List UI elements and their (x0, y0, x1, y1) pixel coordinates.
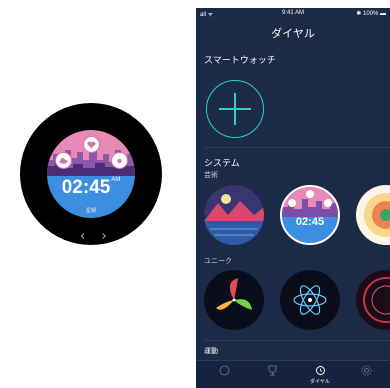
red-ring-icon (363, 277, 390, 323)
section-smartwatch: スマートウォッチ (204, 56, 276, 66)
tab-settings[interactable] (346, 365, 386, 378)
settings-icon (361, 365, 371, 376)
tab-bar: ダイヤル (196, 360, 390, 388)
mandala-icon (364, 193, 390, 237)
heart-icon (87, 141, 96, 148)
leaf-clock-icon (216, 278, 252, 310)
cloud-icon (59, 158, 68, 164)
face-thumb-atom[interactable] (280, 270, 340, 330)
category-art: 芸術 (204, 171, 218, 179)
plus-icon (219, 93, 251, 125)
mountain-lake-icon (204, 185, 264, 245)
face-thumb-red[interactable] (356, 270, 390, 330)
face-thumb-mandala[interactable] (356, 185, 390, 245)
smile-icon (219, 365, 229, 376)
watch-date: 星期 (85, 208, 96, 214)
heart-rate-complication[interactable] (83, 136, 100, 153)
face-nav-arrows[interactable]: ‹ › (80, 229, 113, 244)
weather-complication[interactable] (55, 152, 72, 169)
category-unique: ユニーク (204, 257, 232, 265)
watch-icon (315, 366, 325, 375)
tab-home[interactable] (204, 365, 244, 378)
face-thumb-analog-leaf[interactable] (204, 270, 264, 330)
trophy-icon (268, 365, 276, 376)
phone-screen: all ᯤ 9:41 AM ✱ 100% ▬ ダイヤル スマートウォッチ システ… (196, 8, 390, 388)
temperature-complication[interactable] (111, 152, 128, 169)
thumb-time: 02:45 (295, 216, 325, 228)
page-title: ダイヤル (271, 27, 315, 40)
tab-activity[interactable] (252, 365, 292, 378)
watch-face: 02:45AM 星期 (47, 130, 135, 218)
section-exercise: 運動 (204, 347, 218, 355)
face-thumb-landscape[interactable] (204, 185, 264, 245)
status-bar: all ᯤ 9:41 AM ✱ 100% ▬ (196, 8, 390, 18)
divider (204, 340, 390, 341)
add-watch-face-button[interactable] (206, 80, 264, 138)
section-system: システム (204, 159, 240, 169)
sun-icon (117, 158, 122, 163)
battery-indicator: ✱ 100% ▬ (356, 11, 386, 17)
divider (204, 147, 390, 148)
face-thumb-city[interactable]: 02:45 (280, 185, 340, 245)
atom-icon (293, 285, 327, 315)
tab-dial[interactable]: ダイヤル (300, 365, 340, 385)
city-face-icon (282, 187, 338, 243)
watch-time: 02:45AM (61, 177, 121, 198)
